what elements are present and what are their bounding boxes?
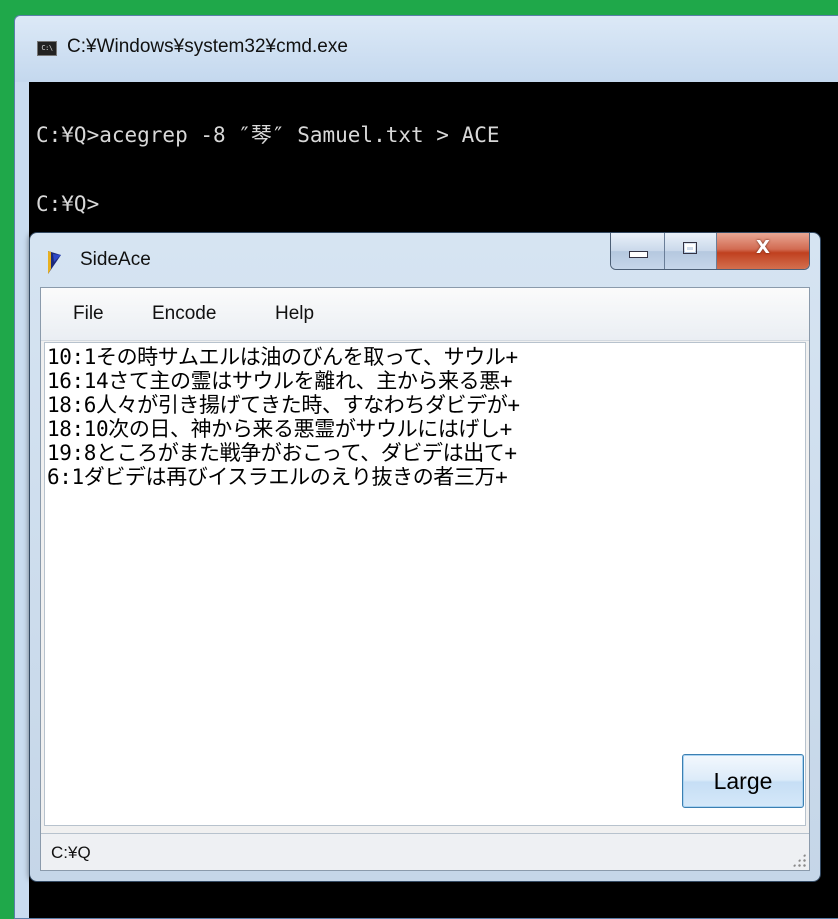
status-bar: C:¥Q xyxy=(41,833,809,870)
result-line: 18:10次の日、神から来る悪霊がサウルにはげし+ xyxy=(47,417,512,441)
result-line: 18:6人々が引き揚げてきた時、すなわちダビデが+ xyxy=(47,393,520,417)
window-controls: X xyxy=(610,233,810,270)
close-button[interactable]: X xyxy=(717,233,809,269)
console-prompt: C:¥Q> xyxy=(36,192,100,216)
sideace-client-area: File Encode Help 10:1その時サムエルは油のびんを取って、サウ… xyxy=(40,287,810,871)
minimize-button[interactable] xyxy=(611,233,665,269)
result-line: 6:1ダビデは再びイスラエルのえり抜きの者三万+ xyxy=(47,465,508,489)
sideace-titlebar[interactable]: SideAce X xyxy=(30,233,820,287)
menu-encode[interactable]: Encode xyxy=(152,303,216,325)
sideace-title: SideAce xyxy=(80,249,151,270)
result-line: 19:8ところがまた戦争がおこって、ダビデは出て+ xyxy=(47,441,517,465)
status-path: C:¥Q xyxy=(51,843,91,862)
result-line: 10:1その時サムエルは油のびんを取って、サウル+ xyxy=(47,345,518,369)
menu-bar: File Encode Help xyxy=(41,288,809,341)
harp-icon xyxy=(48,251,61,274)
result-line: 16:14さて主の霊はサウルを離れ、主から来る悪+ xyxy=(47,369,513,393)
menu-file[interactable]: File xyxy=(73,303,104,325)
menu-help[interactable]: Help xyxy=(275,303,314,325)
console-icon: C:\ xyxy=(37,41,57,56)
console-line: C:¥Q>acegrep -8 ″琴″ Samuel.txt > ACE xyxy=(36,123,500,147)
cmd-window-title: C:¥Windows¥system32¥cmd.exe xyxy=(67,36,348,57)
resize-grip-icon[interactable] xyxy=(792,853,806,867)
maximize-button[interactable] xyxy=(665,233,717,269)
minimize-icon xyxy=(629,251,648,258)
cmd-titlebar[interactable]: C:\ C:¥Windows¥system32¥cmd.exe xyxy=(15,16,838,82)
large-button[interactable]: Large xyxy=(682,754,804,808)
sideace-window: SideAce X File Encode Help 10:1その時サムエルは油… xyxy=(29,232,821,882)
maximize-icon xyxy=(683,242,697,254)
close-icon: X xyxy=(756,237,770,258)
